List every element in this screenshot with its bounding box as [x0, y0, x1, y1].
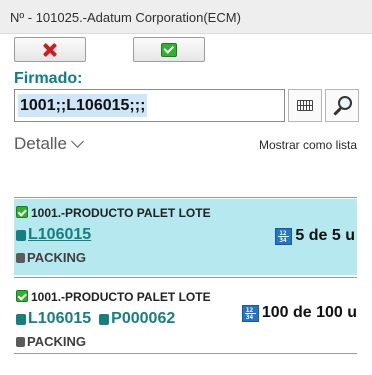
window-title: Nº - 101025.-Adatum Corporation(ECM): [10, 10, 241, 25]
cancel-button[interactable]: [14, 37, 86, 62]
check-icon: [16, 290, 28, 302]
signed-label: Firmado:: [14, 70, 83, 87]
item-pallet-link[interactable]: P000062: [111, 310, 175, 328]
show-as-list-link[interactable]: Mostrar como lista: [259, 138, 357, 152]
item-packing: PACKING: [16, 334, 86, 349]
item-quantity: 12 34 100 de 100 u: [241, 304, 357, 322]
item-product: 1001.-PRODUCTO PALET LOTE: [16, 206, 211, 220]
keyboard-icon: [297, 100, 313, 111]
keyboard-button[interactable]: [288, 89, 322, 122]
chevron-down-icon: [71, 135, 84, 148]
check-icon: [161, 42, 177, 57]
search-icon: [332, 95, 352, 116]
signed-input-value: 1001;;L106015;;;: [18, 94, 148, 117]
lot-icon: [16, 229, 26, 241]
counter-icon: 12 34: [275, 227, 293, 245]
packing-icon: [16, 252, 25, 263]
item-quantity-value: 100 de 100 u: [261, 304, 357, 321]
detail-dropdown[interactable]: Detalle: [14, 134, 84, 154]
item-product: 1001.-PRODUCTO PALET LOTE: [16, 290, 211, 304]
confirm-button[interactable]: [133, 37, 205, 62]
list-item[interactable]: 1001.-PRODUCTO PALET LOTE L106015 PACKIN…: [14, 199, 357, 275]
item-lot-link[interactable]: L106015: [28, 226, 91, 244]
lot-icon: [16, 313, 26, 325]
item-lot-line: L106015 P000062: [16, 310, 175, 328]
packing-icon: [16, 336, 25, 347]
title-bar: Nº - 101025.-Adatum Corporation(ECM): [0, 0, 372, 34]
signed-input[interactable]: 1001;;L106015;;;: [14, 89, 285, 122]
detail-label: Detalle: [14, 134, 67, 153]
item-quantity-value: 5 de 5 u: [295, 227, 355, 244]
item-lot-line: L106015: [16, 226, 91, 244]
check-icon: [16, 206, 28, 218]
counter-icon: 12 34: [241, 304, 259, 322]
divider: [14, 197, 357, 198]
search-button[interactable]: [325, 89, 359, 122]
item-packing: PACKING: [16, 250, 86, 265]
close-icon: [43, 43, 57, 57]
item-lot-link[interactable]: L106015: [28, 310, 91, 328]
divider: [14, 353, 357, 354]
divider: [14, 277, 357, 278]
item-quantity: 12 34 5 de 5 u: [275, 227, 355, 245]
pallet-icon: [99, 313, 110, 325]
list-item[interactable]: 1001.-PRODUCTO PALET LOTE L106015 P00006…: [14, 283, 357, 349]
